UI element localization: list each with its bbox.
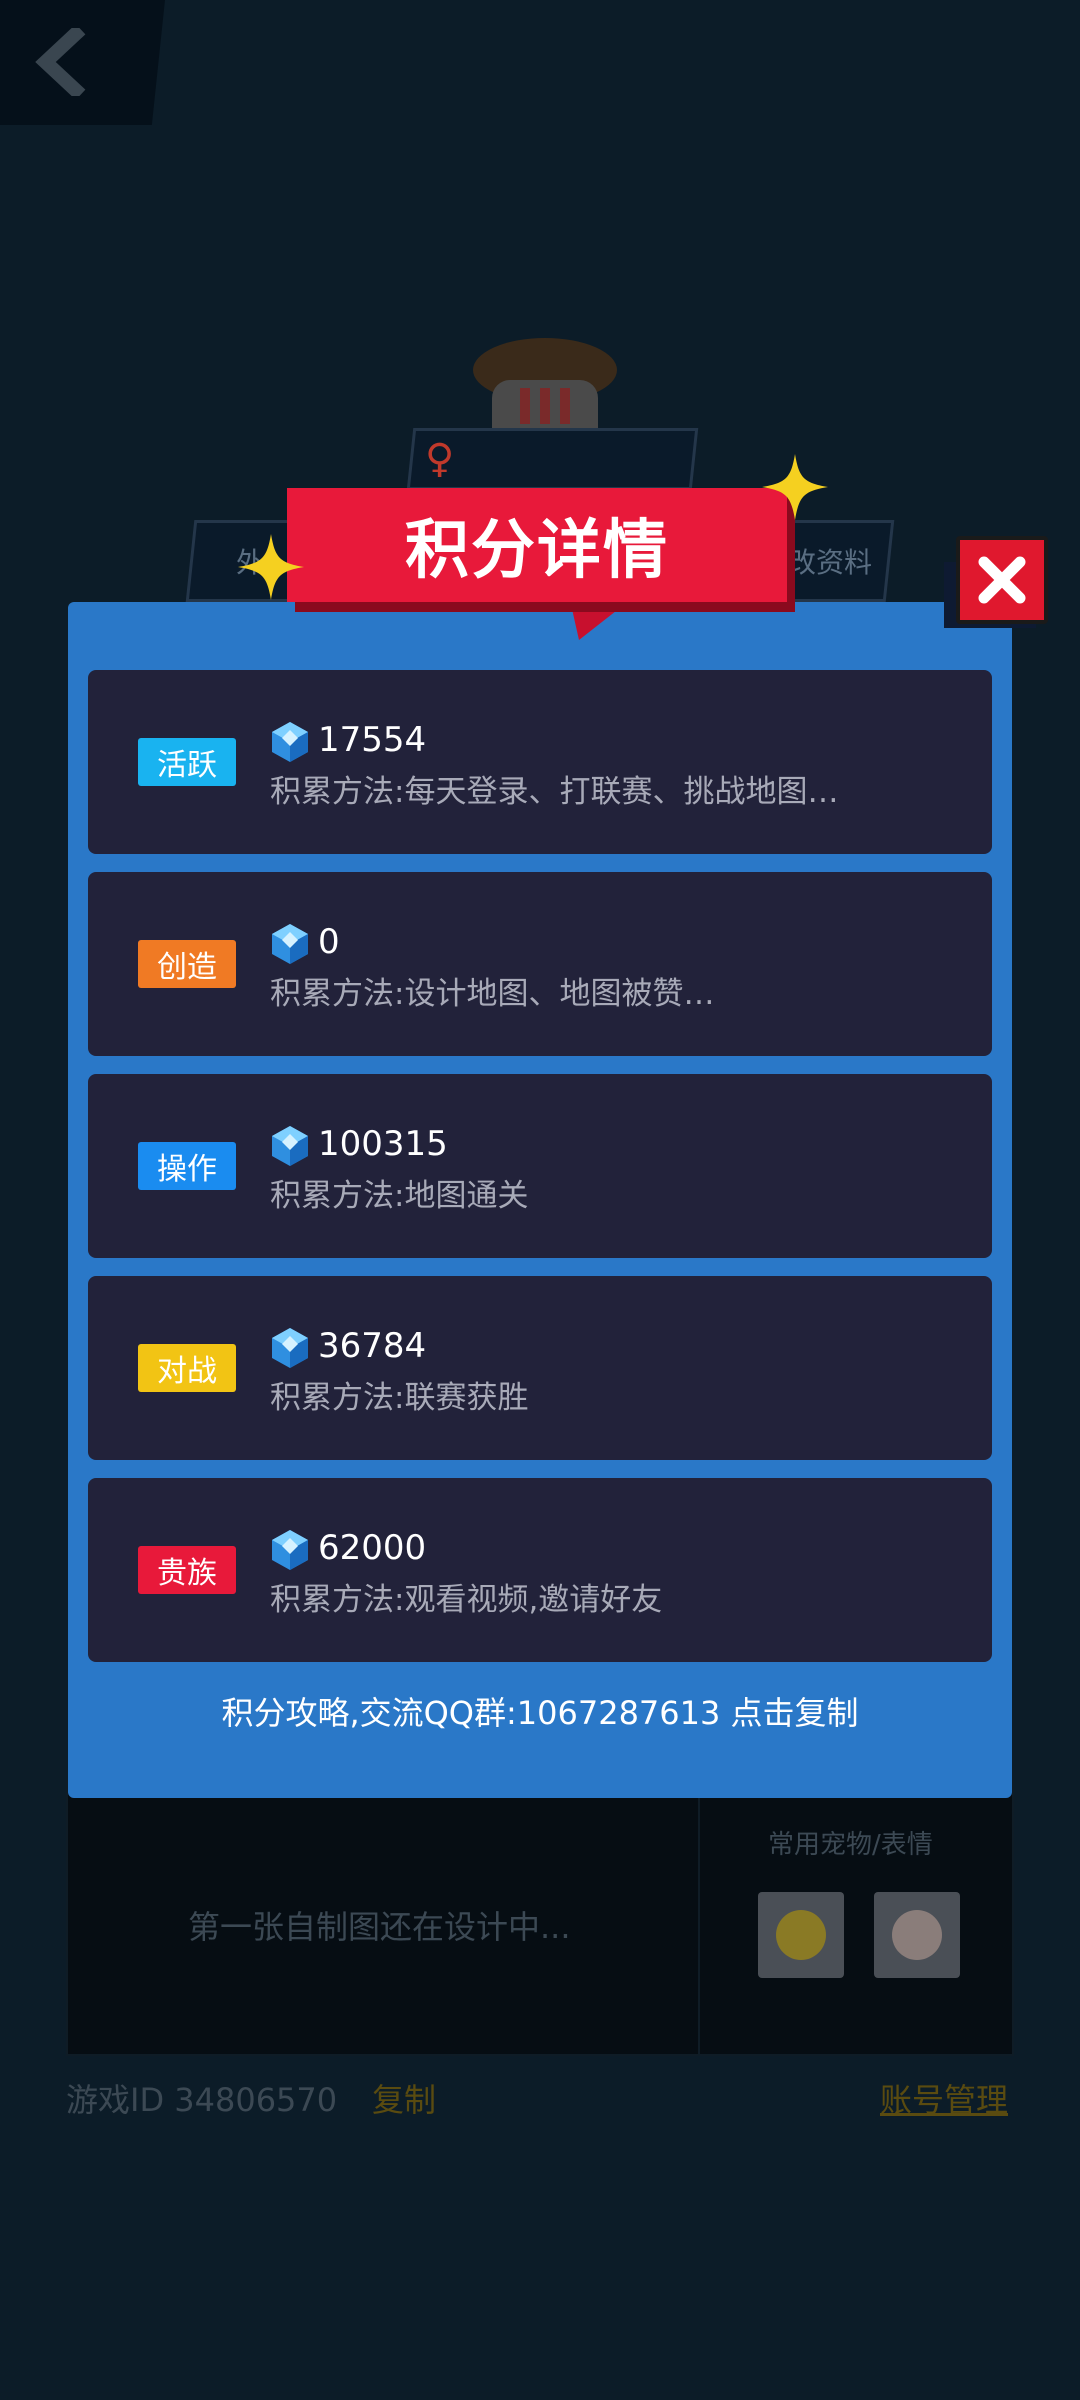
card-divider	[698, 1782, 700, 2054]
points-value: 62000	[318, 1528, 427, 1568]
close-icon	[978, 556, 1026, 604]
pet-slot-2[interactable]	[874, 1892, 960, 1978]
points-item-active: 活跃 17554 积累方法:每天登录、打联赛、挑战地图…	[88, 670, 992, 854]
points-item-create: 创造 0 积累方法:设计地图、地图被赞…	[88, 872, 992, 1056]
points-item-operate: 操作 100315 积累方法:地图通关	[88, 1074, 992, 1258]
female-icon: ♀	[425, 436, 455, 482]
pet-slot-1[interactable]	[758, 1892, 844, 1978]
qq-group-copy-link[interactable]: 积分攻略,交流QQ群:1067287613 点击复制	[68, 1688, 1012, 1734]
dialog-title: 积分详情	[287, 488, 787, 602]
pet-icon	[776, 1910, 826, 1960]
diamond-icon	[272, 722, 308, 762]
points-method: 积累方法:地图通关	[270, 1178, 529, 1214]
pets-title: 常用宠物/表情	[768, 1830, 933, 1860]
category-badge: 操作	[138, 1142, 236, 1190]
category-badge: 创造	[138, 940, 236, 988]
copy-id-link[interactable]: 复制	[372, 2075, 436, 2121]
game-id-text: 游戏ID 34806570	[66, 2081, 338, 2119]
emote-icon	[892, 1910, 942, 1960]
points-method: 积累方法:联赛获胜	[270, 1380, 529, 1416]
points-method: 积累方法:设计地图、地图被赞…	[270, 976, 715, 1012]
points-method: 积累方法:观看视频,邀请好友	[270, 1582, 663, 1618]
diamond-icon	[272, 1530, 308, 1570]
profile-page: ♀ 外 改资料 第一张自制图还在设计中... 常用宠物/表情 游戏ID 3480…	[0, 0, 1080, 2400]
close-button[interactable]	[956, 536, 1048, 624]
category-badge: 活跃	[138, 738, 236, 786]
map-placeholder-text: 第一张自制图还在设计中...	[188, 1908, 571, 1946]
diamond-icon	[272, 1126, 308, 1166]
category-badge: 对战	[138, 1344, 236, 1392]
profile-card: 第一张自制图还在设计中... 常用宠物/表情	[66, 1780, 1014, 2056]
points-method: 积累方法:每天登录、打联赛、挑战地图…	[270, 774, 839, 810]
sparkle-icon	[762, 454, 828, 520]
points-item-noble: 贵族 62000 积累方法:观看视频,邀请好友	[88, 1478, 992, 1662]
sparkle-icon	[238, 534, 304, 600]
points-item-battle: 对战 36784 积累方法:联赛获胜	[88, 1276, 992, 1460]
category-badge: 贵族	[138, 1546, 236, 1594]
points-value: 0	[318, 922, 340, 962]
points-dialog: 活跃 17554 积累方法:每天登录、打联赛、挑战地图… 创造 0 积累方法:设…	[68, 602, 1012, 1798]
chevron-left-icon	[35, 28, 86, 96]
back-button[interactable]	[0, 0, 166, 125]
points-value: 17554	[318, 720, 427, 760]
diamond-icon	[272, 1328, 308, 1368]
diamond-icon	[272, 924, 308, 964]
points-value: 36784	[318, 1326, 427, 1366]
account-manage-link[interactable]: 账号管理	[880, 2075, 1008, 2121]
points-value: 100315	[318, 1124, 448, 1164]
